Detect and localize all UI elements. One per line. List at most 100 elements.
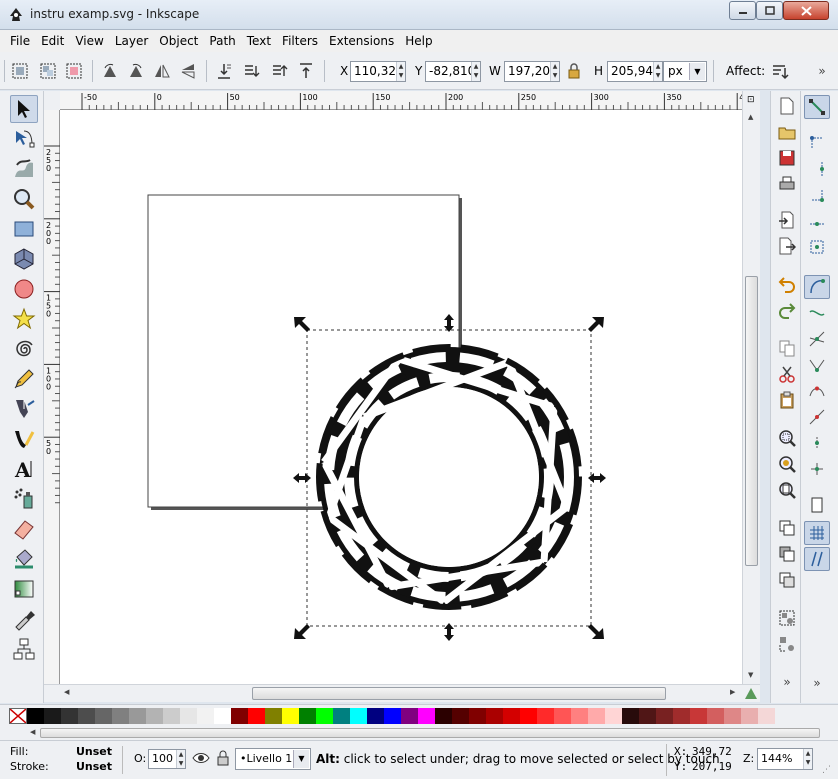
color-swatch[interactable] bbox=[503, 708, 520, 724]
snap-paths-icon[interactable] bbox=[804, 301, 830, 325]
snap-object-midpoints-icon[interactable] bbox=[804, 431, 830, 455]
color-swatch[interactable] bbox=[656, 708, 673, 724]
color-swatch[interactable] bbox=[265, 708, 282, 724]
color-swatch[interactable] bbox=[146, 708, 163, 724]
menu-help[interactable]: Help bbox=[405, 34, 432, 48]
snap-cusp-nodes-icon[interactable] bbox=[804, 353, 830, 377]
lower-icon[interactable] bbox=[242, 61, 262, 81]
more-snap-icon[interactable]: » bbox=[804, 671, 830, 695]
calligraphy-tool-icon[interactable] bbox=[10, 425, 38, 453]
color-swatch[interactable] bbox=[401, 708, 418, 724]
redo-icon[interactable] bbox=[776, 299, 798, 321]
node-tool-icon[interactable] bbox=[10, 125, 38, 153]
affect-options-icon[interactable] bbox=[770, 61, 790, 81]
scroll-left-arrow[interactable]: ◀ bbox=[64, 688, 69, 696]
opacity-input[interactable]: 100 ▲ ▼ bbox=[148, 749, 186, 769]
eraser-tool-icon[interactable] bbox=[10, 515, 38, 543]
menu-file[interactable]: File bbox=[10, 34, 30, 48]
palette-scrollbar[interactable]: ◀ bbox=[0, 726, 838, 740]
scroll-down-arrow[interactable]: ▼ bbox=[748, 671, 753, 679]
color-swatch[interactable] bbox=[282, 708, 299, 724]
color-swatch[interactable] bbox=[605, 708, 622, 724]
y-input[interactable]: -82,810 ▲ ▼ bbox=[425, 61, 481, 82]
pencil-tool-icon[interactable] bbox=[10, 365, 38, 393]
color-swatch[interactable] bbox=[27, 708, 44, 724]
snap-grid-icon[interactable] bbox=[804, 521, 830, 545]
snap-page-border-icon[interactable] bbox=[804, 493, 830, 517]
color-swatch[interactable] bbox=[95, 708, 112, 724]
color-swatch[interactable] bbox=[588, 708, 605, 724]
text-tool-icon[interactable]: A bbox=[10, 455, 38, 483]
zoom-fit-icon[interactable]: ⊡ bbox=[747, 95, 755, 105]
ellipse-tool-icon[interactable] bbox=[10, 275, 38, 303]
ungroup-icon[interactable] bbox=[776, 633, 798, 655]
select-all-layers-icon[interactable] bbox=[38, 61, 58, 81]
connector-tool-icon[interactable] bbox=[10, 635, 38, 663]
zoom-page-icon[interactable] bbox=[776, 479, 798, 501]
color-manage-icon[interactable] bbox=[744, 686, 758, 700]
horizontal-scroll-thumb[interactable] bbox=[252, 687, 666, 700]
color-swatch[interactable] bbox=[486, 708, 503, 724]
select-all-icon[interactable] bbox=[10, 61, 30, 81]
menu-edit[interactable]: Edit bbox=[41, 34, 64, 48]
color-swatch[interactable] bbox=[180, 708, 197, 724]
palette-scroll-thumb[interactable] bbox=[40, 728, 820, 738]
color-swatch[interactable] bbox=[554, 708, 571, 724]
snap-enable-icon[interactable] bbox=[804, 95, 830, 119]
w-input[interactable]: 197,203 ▲ ▼ bbox=[504, 61, 560, 82]
flip-vertical-icon[interactable] bbox=[178, 61, 198, 81]
paste-icon[interactable] bbox=[776, 389, 798, 411]
spiral-tool-icon[interactable] bbox=[10, 335, 38, 363]
snap-bbox-corner-icon[interactable] bbox=[804, 183, 830, 207]
maximize-button[interactable] bbox=[756, 1, 783, 20]
color-swatch[interactable] bbox=[707, 708, 724, 724]
scroll-up-arrow[interactable]: ▲ bbox=[748, 113, 753, 121]
color-swatch[interactable] bbox=[129, 708, 146, 724]
snap-smooth-nodes-icon[interactable] bbox=[804, 379, 830, 403]
more-commands-icon[interactable]: » bbox=[776, 671, 798, 693]
layer-select[interactable]: •Livello 1 ▼ bbox=[235, 748, 311, 770]
unit-select[interactable]: px ▼ bbox=[663, 61, 707, 82]
spray-tool-icon[interactable] bbox=[10, 485, 38, 513]
menu-layer[interactable]: Layer bbox=[115, 34, 148, 48]
color-swatch[interactable] bbox=[248, 708, 265, 724]
rect-tool-icon[interactable] bbox=[10, 215, 38, 243]
rotate-cw-icon[interactable] bbox=[126, 61, 146, 81]
cut-icon[interactable] bbox=[776, 363, 798, 385]
color-swatch[interactable] bbox=[639, 708, 656, 724]
raise-icon[interactable] bbox=[270, 61, 290, 81]
drawing-canvas[interactable] bbox=[60, 110, 742, 684]
vertical-scrollbar[interactable]: ⊡ ▲ ▼ bbox=[742, 91, 760, 684]
minimize-button[interactable] bbox=[729, 1, 756, 20]
horizontal-ruler[interactable]: -50050100150200250300350400 bbox=[60, 91, 754, 110]
color-swatch[interactable] bbox=[367, 708, 384, 724]
color-swatch[interactable] bbox=[231, 708, 248, 724]
gradient-tool-icon[interactable] bbox=[10, 575, 38, 603]
color-swatch[interactable] bbox=[741, 708, 758, 724]
vertical-ruler[interactable]: 25020015010050 bbox=[44, 110, 60, 684]
snap-bbox-edge-icon[interactable] bbox=[804, 157, 830, 181]
snap-guides-icon[interactable] bbox=[804, 547, 830, 571]
menu-filters[interactable]: Filters bbox=[282, 34, 318, 48]
new-document-icon[interactable] bbox=[776, 95, 798, 117]
color-swatch[interactable] bbox=[112, 708, 129, 724]
group-icon[interactable] bbox=[776, 607, 798, 629]
x-input[interactable]: 110,329 ▲ ▼ bbox=[350, 61, 406, 82]
color-swatch[interactable] bbox=[316, 708, 333, 724]
snap-centers-icon[interactable] bbox=[804, 457, 830, 481]
eye-icon[interactable] bbox=[192, 751, 210, 768]
rotate-ccw-icon[interactable] bbox=[100, 61, 120, 81]
tweak-tool-icon[interactable] bbox=[10, 155, 38, 183]
lower-to-bottom-icon[interactable] bbox=[214, 61, 234, 81]
color-swatch[interactable] bbox=[724, 708, 741, 724]
color-swatch[interactable] bbox=[163, 708, 180, 724]
resize-grip-icon[interactable]: ⋰ bbox=[822, 765, 831, 775]
color-swatch[interactable] bbox=[537, 708, 554, 724]
3dbox-tool-icon[interactable] bbox=[10, 245, 38, 273]
pen-tool-icon[interactable] bbox=[10, 395, 38, 423]
zoom-selection-icon[interactable] bbox=[776, 427, 798, 449]
no-paint-swatch[interactable] bbox=[9, 708, 27, 724]
clone-icon[interactable] bbox=[776, 543, 798, 565]
import-icon[interactable] bbox=[776, 209, 798, 231]
zoom-drawing-icon[interactable] bbox=[776, 453, 798, 475]
